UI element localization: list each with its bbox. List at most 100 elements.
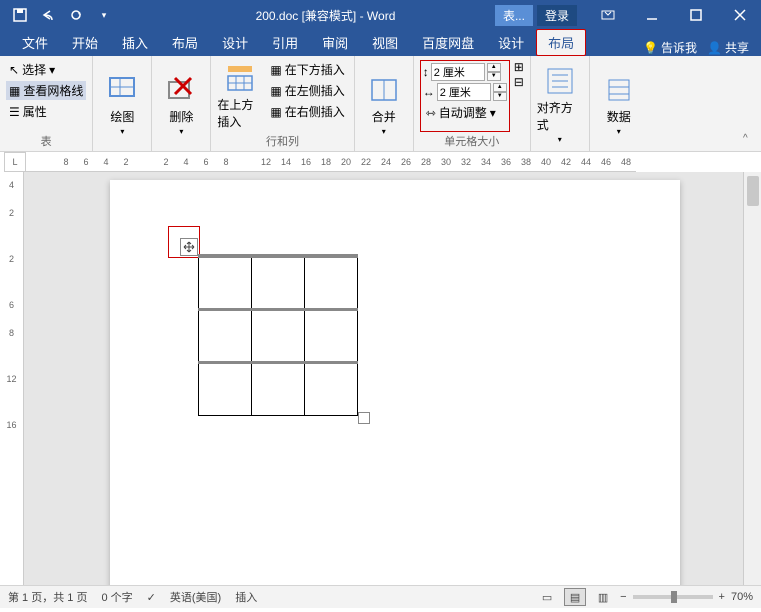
width-down[interactable]: ▼ — [493, 92, 507, 101]
tab-baidu[interactable]: 百度网盘 — [410, 29, 486, 56]
insert-left-icon: ▦ — [270, 84, 281, 98]
share-button[interactable]: 👤共享 — [707, 39, 749, 56]
zoom-out-button[interactable]: − — [620, 591, 626, 603]
tab-table-design[interactable]: 设计 — [486, 29, 536, 56]
insert-below-button[interactable]: ▦在下方插入 — [267, 60, 347, 79]
minimize-button[interactable] — [631, 0, 673, 30]
table-cell[interactable] — [199, 362, 252, 415]
page-indicator[interactable]: 第 1 页，共 1 页 — [8, 589, 87, 605]
collapse-ribbon-button[interactable]: ^ — [743, 133, 757, 147]
insert-left-button[interactable]: ▦在左侧插入 — [267, 81, 347, 100]
save-button[interactable] — [8, 3, 32, 27]
view-print-button[interactable]: ▤ — [564, 588, 586, 606]
width-icon: ↔ — [423, 85, 435, 99]
zoom-in-button[interactable]: + — [719, 591, 725, 603]
table-cell[interactable] — [305, 256, 358, 309]
language-indicator[interactable]: 英语(美国) — [170, 589, 221, 605]
group-cell-size: ↕ ▲▼ ↔ ▲▼ ⇿自动调整 ▾ ⊞ ⊟ 单元格大小 — [414, 56, 531, 151]
alignment-button[interactable]: 对齐方式▾ — [537, 60, 583, 149]
statusbar: 第 1 页，共 1 页 0 个字 ✓ 英语(美国) 插入 ▭ ▤ ▥ − + 7… — [0, 585, 761, 608]
tab-file[interactable]: 文件 — [10, 29, 60, 56]
width-up[interactable]: ▲ — [493, 83, 507, 92]
login-button[interactable]: 登录 — [537, 5, 577, 26]
insert-mode[interactable]: 插入 — [235, 589, 257, 605]
table-resize-handle[interactable] — [358, 412, 370, 424]
insert-above-icon — [224, 62, 256, 94]
draw-button[interactable]: 绘图▾ — [99, 60, 145, 149]
row-height-input[interactable] — [431, 63, 485, 81]
table-cell[interactable] — [252, 256, 305, 309]
vertical-scrollbar[interactable] — [743, 172, 761, 585]
move-icon — [183, 241, 195, 253]
qat-customize-button[interactable]: ▾ — [92, 3, 116, 27]
table-cell[interactable] — [252, 362, 305, 415]
undo-button[interactable] — [36, 3, 60, 27]
spellcheck-icon[interactable]: ✓ — [147, 591, 156, 604]
zoom-slider[interactable] — [633, 595, 713, 599]
tab-home[interactable]: 开始 — [60, 29, 110, 56]
view-read-button[interactable]: ▭ — [536, 588, 558, 606]
document-area: 422681216 — [0, 172, 761, 585]
tab-view[interactable]: 视图 — [360, 29, 410, 56]
vertical-ruler[interactable]: 422681216 — [0, 172, 24, 585]
merge-icon — [368, 74, 400, 106]
tab-insert[interactable]: 插入 — [110, 29, 160, 56]
titlebar: ▾ 200.doc [兼容模式] - Word 表... 登录 — [0, 0, 761, 30]
height-up[interactable]: ▲ — [487, 63, 501, 72]
tab-layout[interactable]: 布局 — [160, 29, 210, 56]
table-cell[interactable] — [305, 309, 358, 362]
document-title: 200.doc [兼容模式] - Word — [116, 7, 495, 24]
group-draw: 绘图▾ — [93, 56, 152, 151]
redo-button[interactable] — [64, 3, 88, 27]
tab-design[interactable]: 设计 — [210, 29, 260, 56]
autofit-button[interactable]: ⇿自动调整 ▾ — [423, 103, 507, 122]
height-down[interactable]: ▼ — [487, 72, 501, 81]
table-cell[interactable] — [199, 256, 252, 309]
delete-icon — [165, 74, 197, 106]
close-button[interactable] — [719, 0, 761, 30]
group-label-table: 表 — [6, 132, 86, 149]
insert-right-button[interactable]: ▦在右侧插入 — [267, 102, 347, 121]
quick-access-toolbar: ▾ — [0, 3, 116, 27]
document-table[interactable] — [198, 254, 358, 416]
table-move-handle[interactable] — [180, 238, 198, 256]
insert-above-button[interactable]: 在上方插入 — [217, 60, 263, 132]
tab-references[interactable]: 引用 — [260, 29, 310, 56]
horizontal-ruler[interactable]: 8642246812141618202224262830323436384042… — [26, 152, 636, 172]
ruler-corner[interactable]: L — [4, 152, 26, 172]
height-icon: ↕ — [423, 65, 429, 79]
row-height-spinner[interactable]: ↕ ▲▼ — [423, 63, 507, 81]
tab-review[interactable]: 审阅 — [310, 29, 360, 56]
document-page[interactable] — [110, 180, 680, 585]
word-count[interactable]: 0 个字 — [101, 589, 132, 605]
properties-button[interactable]: ☰属性 — [6, 102, 86, 121]
tab-table-layout[interactable]: 布局 — [536, 29, 586, 56]
group-table: ↖选择 ▾ ▦查看网格线 ☰属性 表 — [0, 56, 93, 151]
distribute-cols-icon: ⊟ — [514, 75, 524, 89]
table-tools-label: 表... — [495, 5, 533, 26]
select-button[interactable]: ↖选择 ▾ — [6, 60, 86, 79]
ribbon-options-button[interactable] — [587, 0, 629, 30]
maximize-button[interactable] — [675, 0, 717, 30]
group-rows-cols: 在上方插入 ▦在下方插入 ▦在左侧插入 ▦在右侧插入 行和列 — [211, 56, 354, 151]
zoom-level[interactable]: 70% — [731, 591, 753, 603]
distribute-rows-button[interactable]: ⊞ — [514, 60, 524, 74]
table-cell[interactable] — [252, 309, 305, 362]
table-cell[interactable] — [199, 309, 252, 362]
distribute-cols-button[interactable]: ⊟ — [514, 75, 524, 89]
tell-me-button[interactable]: 💡告诉我 — [643, 39, 697, 56]
scrollbar-thumb[interactable] — [747, 176, 759, 206]
properties-icon: ☰ — [9, 105, 20, 119]
view-gridlines-button[interactable]: ▦查看网格线 — [6, 81, 86, 100]
share-icon: 👤 — [707, 41, 722, 55]
zoom-slider-thumb[interactable] — [671, 591, 677, 603]
group-merge: 合并▾ — [355, 56, 414, 151]
delete-button[interactable]: 删除▾ — [158, 60, 204, 149]
table-cell[interactable] — [305, 362, 358, 415]
col-width-spinner[interactable]: ↔ ▲▼ — [423, 83, 507, 101]
page-container[interactable] — [24, 172, 743, 585]
merge-button[interactable]: 合并▾ — [361, 60, 407, 149]
col-width-input[interactable] — [437, 83, 491, 101]
data-button[interactable]: 数据▾ — [596, 60, 642, 149]
view-web-button[interactable]: ▥ — [592, 588, 614, 606]
